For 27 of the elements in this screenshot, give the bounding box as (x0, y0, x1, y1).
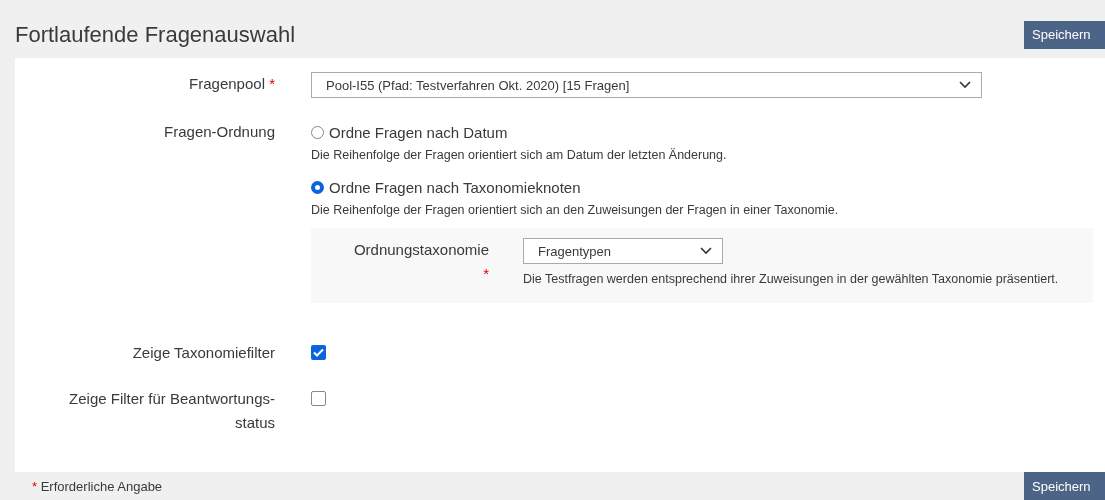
save-button[interactable]: Speichern (1024, 472, 1105, 500)
radio-button[interactable] (311, 180, 324, 194)
field-label: Fragenpool (189, 75, 265, 92)
required-mark: * (483, 265, 489, 282)
chevron-down-icon (700, 247, 712, 255)
checkbox[interactable] (311, 391, 326, 406)
field-label: Ordnungstaxonomie (353, 241, 489, 258)
taxonomy-select[interactable]: Fragentypen (523, 238, 723, 264)
save-button[interactable]: Speichern (1024, 20, 1105, 49)
radio-label[interactable]: Ordne Fragen nach Datum (329, 123, 508, 141)
radio-option[interactable]: Ordne Fragen nach Datum (311, 120, 1105, 144)
checkbox[interactable] (311, 345, 326, 360)
radio-option[interactable]: Ordne Fragen nach Taxonomieknoten (311, 175, 1105, 199)
checkmark-icon (313, 348, 324, 357)
option-description: Die Reihenfolge der Fragen orientiert sich am Datum der letzten Änderung. (311, 147, 728, 164)
field-label: Zeige Taxonomiefilter (132, 344, 275, 361)
field-description: Die Testfragen werden entsprechend ihrer Zuweisungen in der gewählten Taxonomie präsentiert. (523, 271, 1060, 288)
section-title: Fortlaufende Fragenauswahl (15, 21, 296, 48)
field-label: Zeige Filter für Beantwortungs-status (69, 390, 275, 431)
required-mark: * (269, 75, 275, 92)
chevron-down-icon (959, 81, 971, 89)
option-description: Die Reihenfolge der Fragen orientiert sich an den Zuweisungen der Fragen in einer Taxonomie. (311, 202, 840, 219)
field-label: Fragen-Ordnung (164, 123, 275, 140)
required-note: * Erforderliche Angabe (32, 478, 163, 494)
radio-label[interactable]: Ordne Fragen nach Taxonomieknoten (329, 178, 581, 196)
radio-button[interactable] (311, 125, 324, 139)
pool-select[interactable]: Pool-I55 (Pfad: Testverfahren Okt. 2020) [15 Fragen] (311, 72, 982, 98)
